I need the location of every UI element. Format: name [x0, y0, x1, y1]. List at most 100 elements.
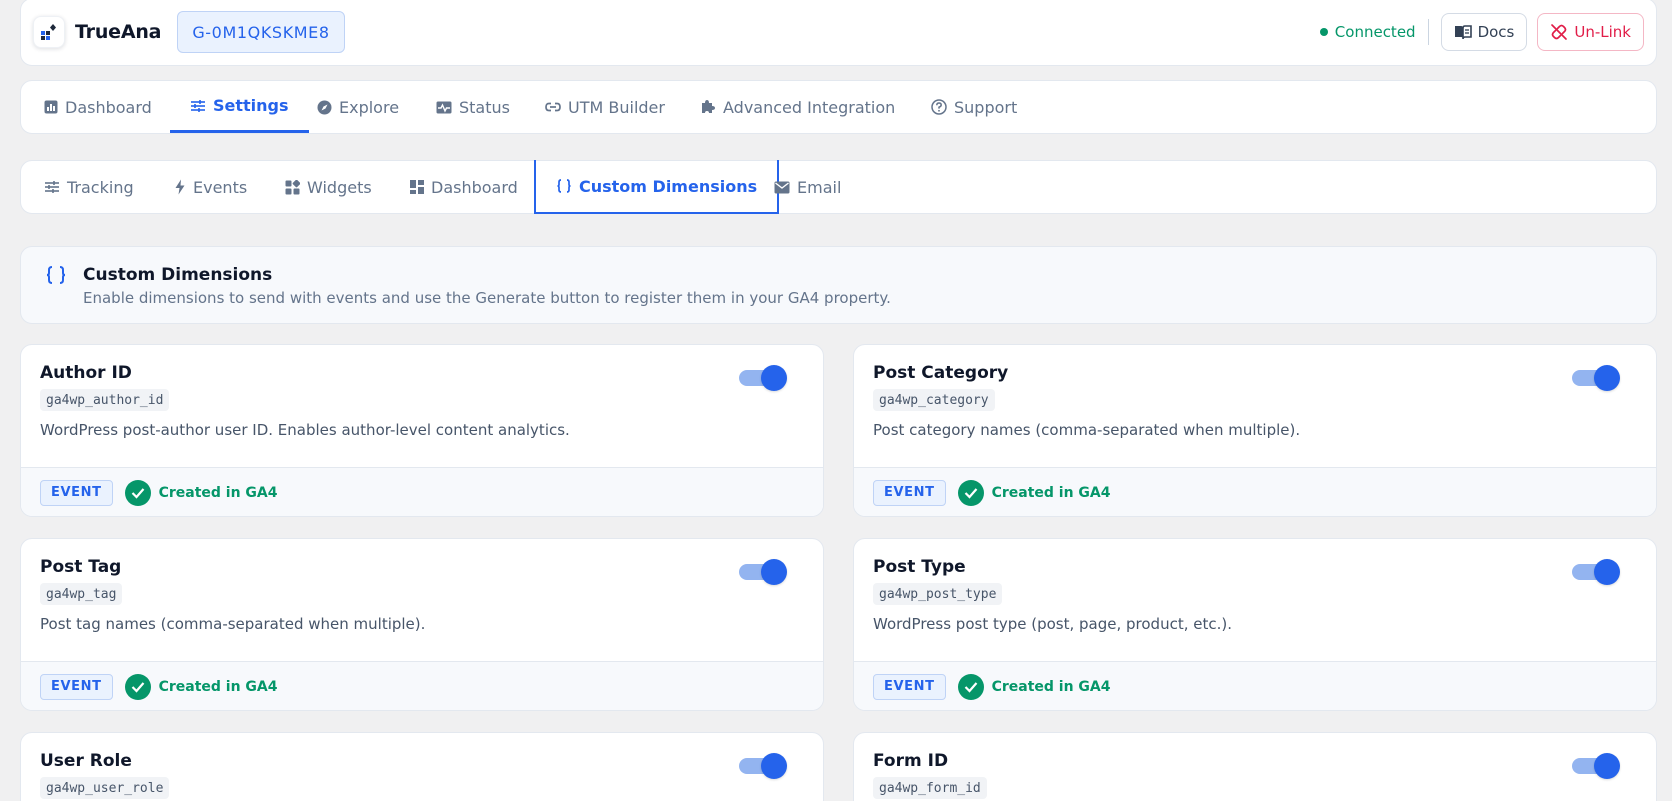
chart-icon — [44, 100, 58, 114]
brand-name: TrueAna — [75, 21, 162, 43]
subtab-tracking[interactable]: Tracking — [44, 161, 134, 213]
dimension-card-form-id: Form ID ga4wp_form_id — [853, 732, 1657, 801]
card-title: Post Tag — [40, 557, 122, 577]
tab-label: Support — [954, 97, 1018, 117]
card-title: Post Category — [873, 363, 1009, 383]
subtab-label: Custom Dimensions — [579, 176, 758, 196]
tab-utm-builder[interactable]: UTM Builder — [545, 81, 665, 133]
ga4-status-label: Created in GA4 — [158, 678, 278, 695]
main-nav: Dashboard Settings Explore Status UTM Bu… — [20, 80, 1657, 134]
enable-toggle[interactable] — [1572, 559, 1620, 585]
ga4-status: Created in GA4 — [124, 673, 278, 700]
dimension-card-post-tag: Post Tag ga4wp_tag Post tag names (comma… — [20, 538, 824, 711]
ga4-status: Created in GA4 — [957, 479, 1111, 506]
subtab-label: Widgets — [307, 177, 372, 197]
book-icon — [1454, 25, 1472, 40]
dimension-card-post-type: Post Type ga4wp_post_type WordPress post… — [853, 538, 1657, 711]
status-icon — [436, 101, 452, 113]
card-footer: EVENT Created in GA4 — [21, 467, 823, 516]
card-parameter: ga4wp_form_id — [873, 777, 987, 799]
measurement-id[interactable]: G-0M1QKSKME8 — [177, 11, 345, 53]
scope-badge: EVENT — [40, 479, 113, 506]
ga4-status-label: Created in GA4 — [991, 484, 1111, 501]
card-description: WordPress post-author user ID. Enables a… — [40, 421, 570, 439]
subtab-label: Email — [797, 177, 842, 197]
connection-status: Connected — [1319, 23, 1416, 41]
subtab-email[interactable]: Email — [774, 161, 841, 213]
card-parameter: ga4wp_category — [873, 389, 995, 411]
check-icon — [957, 673, 984, 700]
enable-toggle[interactable] — [739, 559, 787, 585]
scope-badge: EVENT — [873, 479, 946, 506]
header-divider — [1427, 19, 1429, 45]
section-description: Enable dimensions to send with events an… — [83, 289, 891, 307]
ga4-status: Created in GA4 — [957, 673, 1111, 700]
unlink-icon — [1551, 24, 1568, 40]
tab-explore[interactable]: Explore — [317, 81, 399, 133]
tab-label: Status — [459, 97, 510, 117]
tab-label: UTM Builder — [568, 97, 665, 117]
link-icon — [545, 102, 561, 112]
subtab-custom-dimensions[interactable]: Custom Dimensions — [534, 160, 780, 214]
ga4-status-label: Created in GA4 — [158, 484, 278, 501]
card-parameter: ga4wp_tag — [40, 583, 123, 605]
subtab-label: Dashboard — [431, 177, 518, 197]
dimension-card-post-category: Post Category ga4wp_category Post catego… — [853, 344, 1657, 517]
tab-dashboard[interactable]: Dashboard — [44, 81, 152, 133]
card-parameter: ga4wp_user_role — [40, 777, 170, 799]
check-icon — [957, 479, 984, 506]
logo — [33, 16, 65, 48]
status-dot — [1319, 28, 1328, 36]
app-header: TrueAna G-0M1QKSKME8 Connected Docs Un-L… — [20, 0, 1657, 66]
card-footer: EVENT Created in GA4 — [854, 467, 1656, 516]
check-icon — [124, 673, 151, 700]
card-footer: EVENT Created in GA4 — [21, 661, 823, 710]
braces-icon — [46, 266, 66, 284]
tab-settings[interactable]: Settings — [170, 81, 309, 133]
ga4-status-label: Created in GA4 — [991, 678, 1111, 695]
card-description: WordPress post type (post, page, product… — [873, 615, 1232, 633]
card-description: Post category names (comma-separated whe… — [873, 421, 1301, 439]
section-title: Custom Dimensions — [83, 265, 273, 285]
subtab-dashboard[interactable]: Dashboard — [410, 161, 518, 213]
subtab-label: Tracking — [67, 177, 134, 197]
dimension-card-author-id: Author ID ga4wp_author_id WordPress post… — [20, 344, 824, 517]
braces-icon — [557, 179, 571, 193]
card-description: Post tag names (comma-separated when mul… — [40, 615, 426, 633]
card-title: Author ID — [40, 363, 132, 383]
card-title: Post Type — [873, 557, 966, 577]
ga4-status: Created in GA4 — [124, 479, 278, 506]
widgets-icon — [285, 179, 300, 194]
tab-label: Settings — [213, 96, 289, 115]
tab-status[interactable]: Status — [436, 81, 510, 133]
docs-button[interactable]: Docs — [1440, 13, 1528, 51]
subtab-events[interactable]: Events — [174, 161, 247, 213]
card-title: Form ID — [873, 751, 949, 771]
dashboard-icon — [410, 180, 424, 194]
docs-button-label: Docs — [1477, 23, 1515, 41]
bolt-icon — [175, 179, 185, 195]
enable-toggle[interactable] — [739, 365, 787, 391]
enable-toggle[interactable] — [1572, 753, 1620, 779]
check-icon — [124, 479, 151, 506]
help-icon — [931, 99, 947, 115]
scope-badge: EVENT — [40, 673, 113, 700]
unlink-button[interactable]: Un-Link — [1537, 13, 1644, 51]
card-parameter: ga4wp_post_type — [873, 583, 1003, 605]
tab-label: Explore — [339, 97, 400, 117]
sliders-icon — [191, 99, 205, 112]
dimension-card-user-role: User Role ga4wp_user_role — [20, 732, 824, 801]
connection-status-label: Connected — [1334, 23, 1416, 41]
logo-icon — [41, 24, 56, 40]
tab-support[interactable]: Support — [931, 81, 1017, 133]
card-parameter: ga4wp_author_id — [40, 389, 170, 411]
tab-advanced-integration[interactable]: Advanced Integration — [700, 81, 895, 133]
enable-toggle[interactable] — [739, 753, 787, 779]
compass-icon — [317, 100, 332, 114]
section-banner: Custom Dimensions Enable dimensions to s… — [20, 246, 1657, 324]
card-footer: EVENT Created in GA4 — [854, 661, 1656, 710]
enable-toggle[interactable] — [1572, 365, 1620, 391]
tab-label: Dashboard — [65, 97, 152, 117]
sliders-icon — [45, 181, 59, 193]
subtab-widgets[interactable]: Widgets — [285, 161, 372, 213]
